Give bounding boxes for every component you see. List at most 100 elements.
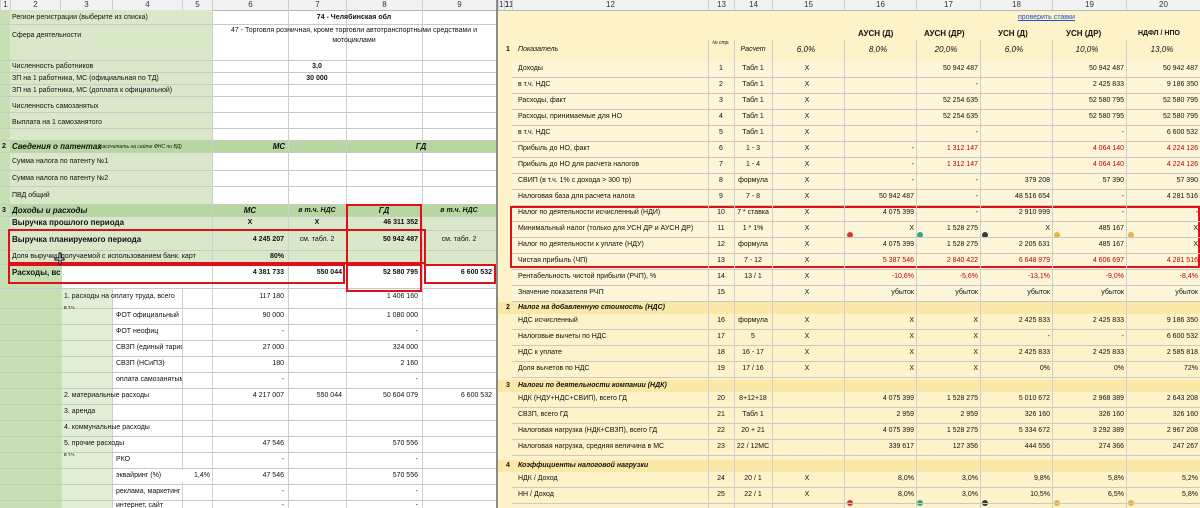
value-cell[interactable]: убыток	[980, 287, 1050, 299]
value-cell[interactable]: 2 585 818	[1126, 347, 1198, 359]
value-cell[interactable]: 1 528 275	[916, 393, 978, 405]
value-cell[interactable]: 444 556	[980, 441, 1050, 453]
value-cell[interactable]: 2 425 833	[980, 315, 1050, 327]
value-cell[interactable]: 4 064 140	[1052, 143, 1124, 155]
value-cell[interactable]: 274 366	[1052, 441, 1124, 453]
value-cell[interactable]: 6 600 532	[1126, 331, 1198, 343]
col-header-16[interactable]: 16	[844, 0, 916, 10]
value-cell[interactable]: убыток	[844, 287, 914, 299]
value-cell[interactable]: X	[772, 79, 842, 91]
col-header-17[interactable]: 17	[916, 0, 980, 10]
col-header-5[interactable]: 5	[182, 0, 212, 10]
material-ms[interactable]: 4 217 007	[212, 390, 284, 402]
value-cell[interactable]: X	[844, 315, 914, 327]
value-cell[interactable]: -	[1052, 331, 1124, 343]
value-cell[interactable]: X	[772, 489, 842, 501]
col-header-15[interactable]: 15	[772, 0, 844, 10]
value-cell[interactable]: -	[916, 191, 978, 203]
wages-ms[interactable]: 117 180	[212, 291, 284, 303]
material-vat2[interactable]: 6 600 532	[422, 390, 492, 402]
value-cell[interactable]: X	[844, 331, 914, 343]
value-cell[interactable]: 2 425 833	[1052, 315, 1124, 327]
value-cell[interactable]: 5,8%	[1126, 489, 1198, 501]
value-cell[interactable]: X	[772, 175, 842, 187]
value-cell[interactable]: 326 160	[1126, 409, 1198, 421]
prev-revenue-vat[interactable]: X	[288, 217, 346, 229]
value-cell[interactable]: 48 516 654	[980, 191, 1050, 203]
value-cell[interactable]: убыток	[1052, 287, 1124, 299]
value-cell[interactable]: 326 160	[1052, 409, 1124, 421]
value-cell[interactable]: -	[1052, 191, 1124, 203]
value-cell[interactable]: -	[844, 143, 914, 155]
value-cell[interactable]: 8,0%	[844, 489, 914, 501]
value-cell[interactable]: 50 942 487	[844, 191, 914, 203]
col-header-7[interactable]: 7	[288, 0, 346, 10]
value-cell[interactable]: 52 254 635	[916, 95, 978, 107]
value-cell[interactable]: 6,5%	[1052, 489, 1124, 501]
value-cell[interactable]: -5,6%	[916, 271, 978, 283]
value-cell[interactable]: X	[772, 363, 842, 375]
wages-gd[interactable]: 1 406 160	[346, 291, 418, 303]
value-cell[interactable]: 127 356	[916, 441, 978, 453]
value-cell[interactable]: X	[772, 63, 842, 75]
col-header-2[interactable]: 2	[10, 0, 60, 10]
value-cell[interactable]: 50 942 487	[1052, 63, 1124, 75]
col-header-14[interactable]: 14	[734, 0, 772, 10]
value-cell[interactable]: 52 254 635	[916, 111, 978, 123]
value-cell[interactable]: X	[916, 315, 978, 327]
value-cell[interactable]: X	[916, 347, 978, 359]
value-cell[interactable]: 9,8%	[980, 473, 1050, 485]
value-cell[interactable]: 2 959	[916, 409, 978, 421]
value-cell[interactable]: 3 292 389	[1052, 425, 1124, 437]
value-cell[interactable]: X	[772, 95, 842, 107]
selfpay-gd[interactable]: -	[346, 374, 418, 386]
value-cell[interactable]: 0%	[1052, 363, 1124, 375]
value-cell[interactable]: X	[772, 331, 842, 343]
left-spreadsheet[interactable]: 1 2 3 4 5 6 7 8 9 Регион регистрации (вы…	[0, 0, 496, 508]
rate-1[interactable]: 6,0%	[772, 44, 840, 56]
other-ms[interactable]: 47 546	[212, 438, 284, 450]
rko-gd[interactable]: -	[346, 454, 418, 466]
region-select[interactable]: 74 - Челябинская обл	[212, 12, 496, 24]
value-cell[interactable]: 3,0%	[916, 473, 978, 485]
value-cell[interactable]: 326 160	[980, 409, 1050, 421]
value-cell[interactable]: 1 312 147	[916, 143, 978, 155]
value-cell[interactable]: 2 425 833	[1052, 79, 1124, 91]
ads-gd[interactable]: -	[346, 486, 418, 498]
value-cell[interactable]: -10,6%	[844, 271, 914, 283]
value-cell[interactable]: 4 224 126	[1126, 143, 1198, 155]
value-cell[interactable]: 52 580 795	[1052, 111, 1124, 123]
rate-2[interactable]: 8,0%	[844, 44, 912, 56]
value-cell[interactable]: -	[844, 159, 914, 171]
right-spreadsheet[interactable]: 10 11 12 13 14 15 16 17 18 19 20 провери…	[498, 0, 1200, 508]
value-cell[interactable]: 5,8%	[1052, 473, 1124, 485]
value-cell[interactable]: 0%	[980, 363, 1050, 375]
acquiring-ms[interactable]: 47 546	[212, 470, 284, 482]
value-cell[interactable]: -	[916, 175, 978, 187]
value-cell[interactable]: -	[844, 175, 914, 187]
value-cell[interactable]: X	[772, 159, 842, 171]
value-cell[interactable]: 2 968 389	[1052, 393, 1124, 405]
value-cell[interactable]: 6 600 532	[1126, 127, 1198, 139]
value-cell[interactable]: убыток	[916, 287, 978, 299]
value-cell[interactable]: X	[772, 271, 842, 283]
internet-ms[interactable]: -	[212, 500, 284, 508]
value-cell[interactable]: 2 425 833	[980, 347, 1050, 359]
workers-input[interactable]: 3,0	[212, 61, 422, 73]
prev-revenue-ms[interactable]: X	[212, 217, 288, 229]
value-cell[interactable]: убыток	[1126, 287, 1198, 299]
material-gd[interactable]: 50 604 079	[346, 390, 418, 402]
check-rates-link[interactable]: проверить ставки	[1018, 12, 1128, 24]
value-cell[interactable]: 4 224 126	[1126, 159, 1198, 171]
ads-ms[interactable]: -	[212, 486, 284, 498]
value-cell[interactable]: 9 186 350	[1126, 315, 1198, 327]
value-cell[interactable]: -9,0%	[1052, 271, 1124, 283]
rate-3[interactable]: 20,0%	[916, 44, 976, 56]
col-header-6[interactable]: 6	[212, 0, 288, 10]
other-gd[interactable]: 570 556	[346, 438, 418, 450]
material-vat[interactable]: 550 044	[288, 390, 342, 402]
value-cell[interactable]: 5 334 672	[980, 425, 1050, 437]
value-cell[interactable]: -	[980, 331, 1050, 343]
fotn-ms[interactable]: -	[212, 326, 284, 338]
value-cell[interactable]: 50 942 487	[1126, 63, 1198, 75]
